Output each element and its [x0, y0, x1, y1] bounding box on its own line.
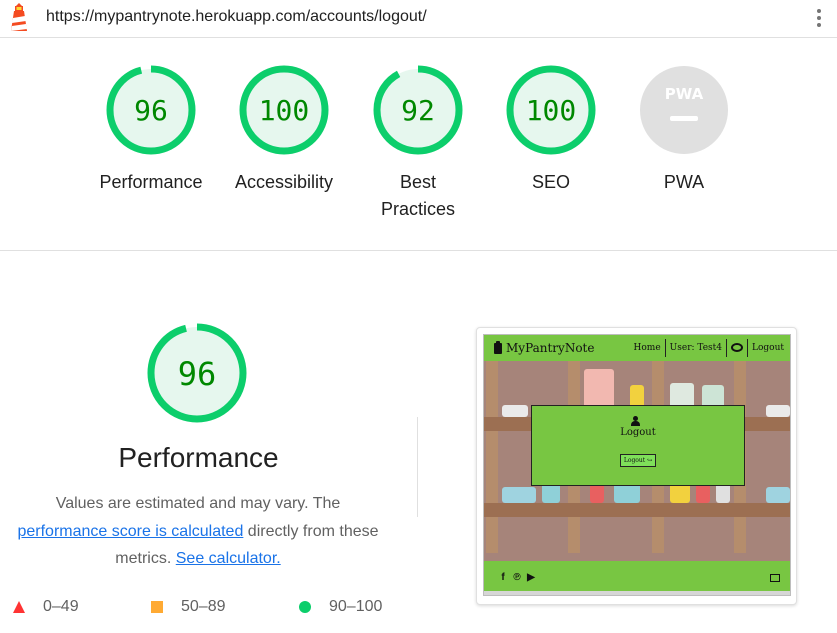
modal-title: Logout: [620, 427, 656, 438]
circle-icon: [299, 601, 311, 613]
section-title: Performance: [118, 442, 279, 473]
legend-average: 50–89: [151, 597, 226, 617]
app-brand-text: MyPantryNote: [506, 341, 595, 355]
pinterest-icon: ℗: [513, 572, 521, 583]
horizontal-scrollbar: [484, 591, 790, 595]
pwa-badge-text: PWA: [665, 85, 704, 103]
gauge-label: Accessibility: [234, 172, 334, 192]
final-screenshot[interactable]: MyPantryNote Home User: Test4 Logout Log…: [476, 327, 797, 605]
facebook-icon: f: [501, 572, 505, 583]
social-links: f ℗ ▶: [498, 573, 536, 583]
legend-range: 50–89: [181, 598, 226, 615]
legend-range: 90–100: [329, 598, 383, 615]
triangle-icon: [13, 601, 25, 613]
user-times-icon: [631, 416, 645, 426]
gauge-score: 100: [526, 94, 577, 127]
logout-modal: Logout Logout ↪: [531, 405, 745, 486]
divider: [417, 417, 418, 517]
app-nav-settings: [726, 339, 747, 357]
score-ring: 96: [106, 65, 196, 155]
gauge-seo[interactable]: 100 SEO: [484, 65, 618, 196]
gauge-score: 96: [134, 94, 168, 127]
score-calculated-link[interactable]: performance score is calculated: [17, 523, 243, 540]
legend-range: 0–49: [43, 598, 79, 615]
envelope-icon: [770, 574, 780, 582]
app-nav-logout: Logout: [747, 339, 788, 357]
performance-score-gauge: 96: [147, 323, 247, 423]
score-ring: 100: [239, 65, 329, 155]
square-icon: [151, 601, 163, 613]
gear-icon: [731, 343, 743, 352]
gauge-accessibility[interactable]: 100 Accessibility: [217, 65, 351, 196]
gauge-label: PWA: [663, 172, 705, 192]
url-bar: https://mypantrynote.herokuapp.com/accou…: [0, 0, 837, 38]
app-nav-links: Home User: Test4 Logout: [630, 335, 788, 361]
gauge-label-line: Practices: [380, 199, 456, 219]
gauge-best-practices[interactable]: 92 Best Practices: [351, 65, 485, 223]
app-navbar: MyPantryNote Home User: Test4 Logout: [484, 335, 790, 361]
gauge-label-line: Best: [399, 172, 437, 192]
app-nav-user: User: Test4: [664, 339, 726, 357]
lighthouse-icon: [11, 3, 27, 31]
gauge-score: 100: [259, 94, 310, 127]
gauge-score: 92: [401, 94, 435, 127]
see-calculator-link[interactable]: See calculator.: [176, 550, 281, 567]
category-scores: 96 Performance 100 Accessibility 92 Best…: [0, 39, 837, 251]
legend-pass: 90–100: [299, 597, 382, 617]
gauge-label: Best Practices: [351, 169, 485, 223]
score-ring: 100: [506, 65, 596, 155]
youtube-icon: ▶: [527, 572, 535, 583]
score-ring: 92: [373, 65, 463, 155]
app-brand: MyPantryNote: [494, 340, 595, 355]
shelf: [484, 503, 790, 517]
legend-fail: 0–49: [13, 597, 79, 617]
modal-logout-button-label: Logout: [623, 457, 646, 464]
gauge-pwa[interactable]: PWA PWA: [617, 65, 751, 196]
performance-description: Values are estimated and may vary. The p…: [8, 490, 388, 573]
screenshot-page: MyPantryNote Home User: Test4 Logout Log…: [483, 334, 791, 596]
gauge-label: SEO: [531, 172, 570, 192]
gauge-label: Performance: [99, 172, 203, 192]
page-url[interactable]: https://mypantrynote.herokuapp.com/accou…: [46, 8, 427, 26]
modal-logout-button: Logout ↪: [619, 454, 657, 467]
kebab-menu-icon[interactable]: [812, 6, 826, 30]
pwa-badge-icon: PWA: [640, 66, 728, 154]
performance-score: 96: [178, 355, 217, 393]
desc-text: Values are estimated and may vary. The: [55, 495, 341, 512]
app-nav-home: Home: [633, 343, 661, 353]
clipboard-icon: [494, 340, 502, 354]
gauge-performance[interactable]: 96 Performance: [84, 65, 218, 196]
